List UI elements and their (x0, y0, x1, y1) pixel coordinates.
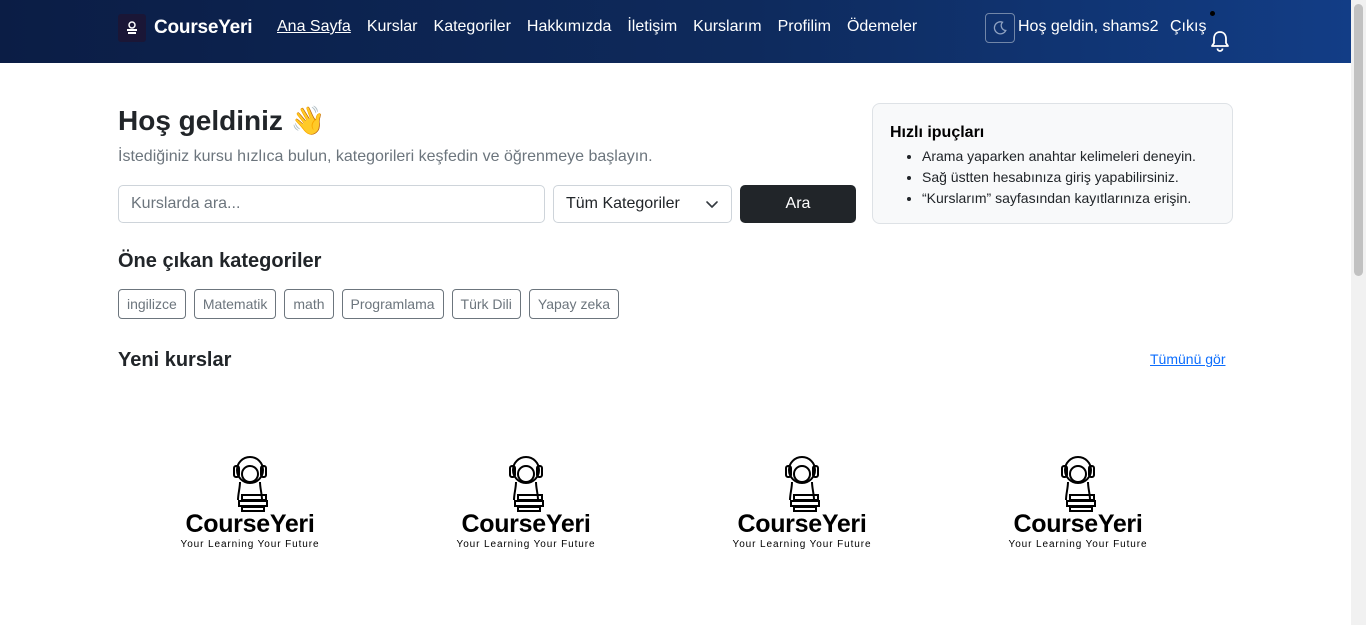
category-select-value: Tüm Kategoriler (566, 195, 680, 212)
student-headphones-icon (785, 456, 820, 512)
featured-categories-title: Öne çıkan kategoriler (118, 250, 322, 272)
course-card-tagline: Your Learning Your Future (732, 539, 872, 550)
bell-icon (1211, 31, 1229, 52)
nav-link-profile[interactable]: Profilim (778, 18, 831, 36)
page-title: Hoş geldiniz 👋 (118, 105, 326, 136)
course-card-wordmark: CourseYeri (185, 510, 315, 538)
notification-dot (1210, 11, 1215, 16)
category-chip[interactable]: Matematik (193, 289, 277, 319)
category-select[interactable]: Tüm Kategoriler (553, 185, 732, 223)
category-chip[interactable]: Türk Dili (451, 289, 521, 319)
course-card[interactable]: CourseYeri Your Learning Your Future (702, 440, 902, 570)
nav-link-categories[interactable]: Kategoriler (434, 18, 511, 36)
chevron-down-icon (706, 201, 718, 208)
nav-link-about[interactable]: Hakkımızda (527, 18, 611, 36)
nav-link-home[interactable]: Ana Sayfa (277, 18, 351, 36)
quick-tip-item: Sağ üstten hesabınıza giriş yapabilirsin… (922, 167, 1216, 188)
nav-link-my-courses[interactable]: Kurslarım (693, 18, 761, 36)
course-card[interactable]: CourseYeri Your Learning Your Future (426, 440, 626, 570)
quick-tip-item: “Kurslarım” sayfasından kayıtlarınıza er… (922, 188, 1216, 209)
course-card[interactable]: CourseYeri Your Learning Your Future (150, 440, 350, 570)
nav-link-contact[interactable]: İletişim (627, 18, 677, 36)
course-card-tagline: Your Learning Your Future (180, 539, 320, 550)
category-chip[interactable]: ingilizce (118, 289, 186, 319)
page-scrollbar-thumb[interactable] (1354, 4, 1363, 276)
student-headphones-icon (509, 456, 544, 512)
quick-tip-item: Arama yaparken anahtar kelimeleri deneyi… (922, 146, 1216, 167)
nav-link-payments[interactable]: Ödemeler (847, 18, 917, 36)
new-courses-title: Yeni kurslar (118, 349, 232, 371)
quick-tips-title: Hızlı ipuçları (890, 124, 985, 141)
category-chip[interactable]: Programlama (341, 289, 444, 319)
course-card-wordmark: CourseYeri (461, 510, 591, 538)
student-headphones-icon (1061, 456, 1096, 512)
course-card-tagline: Your Learning Your Future (1008, 539, 1148, 550)
course-card-tagline: Your Learning Your Future (456, 539, 596, 550)
user-greeting: Hoş geldin, shams2 (1018, 18, 1159, 35)
logout-link[interactable]: Çıkış (1170, 18, 1206, 36)
nav-link-courses[interactable]: Kurslar (367, 18, 418, 36)
brand-name: CourseYeri (154, 17, 253, 38)
notification-button[interactable] (1210, 30, 1230, 57)
featured-categories-list: ingilizce Matematik math Programlama Tür… (118, 289, 627, 319)
category-chip[interactable]: math (284, 289, 334, 319)
category-chip[interactable]: Yapay zeka (528, 289, 620, 319)
course-card[interactable]: CourseYeri Your Learning Your Future (978, 440, 1178, 570)
see-all-link[interactable]: Tümünü gör (1150, 351, 1225, 367)
brand-logo-icon (118, 14, 146, 42)
moon-icon (993, 21, 1007, 35)
theme-toggle-button[interactable] (985, 13, 1015, 43)
course-card-wordmark: CourseYeri (1013, 510, 1143, 538)
nav-links: Ana Sayfa Kurslar Kategoriler Hakkımızda… (277, 18, 933, 36)
top-navbar: CourseYeri Ana Sayfa Kurslar Kategoriler… (0, 0, 1351, 63)
quick-tips-list: Arama yaparken anahtar kelimeleri deneyi… (890, 146, 1216, 209)
search-button[interactable]: Ara (740, 185, 856, 223)
page-subtitle: İstediğiniz kursu hızlıca bulun, kategor… (118, 148, 653, 165)
search-input[interactable] (118, 185, 545, 223)
brand[interactable]: CourseYeri (118, 14, 253, 42)
student-headphones-icon (233, 456, 268, 512)
course-card-wordmark: CourseYeri (737, 510, 867, 538)
quick-tips-card: Hızlı ipuçları Arama yaparken anahtar ke… (872, 103, 1233, 224)
